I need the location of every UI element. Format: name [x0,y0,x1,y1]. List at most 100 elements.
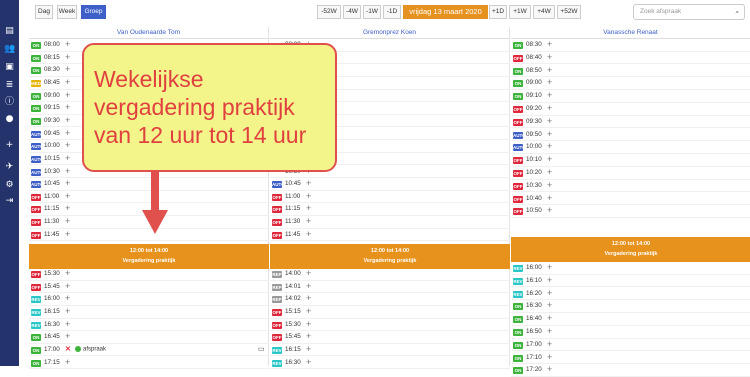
back-4w-button[interactable]: -4W [343,5,361,19]
add-slot-icon[interactable]: + [547,52,552,62]
back-1w-button[interactable]: -1W [363,5,381,19]
meeting-block[interactable]: 12:00 tot 14:00 Vergadering praktijk [511,237,750,262]
add-slot-icon[interactable]: + [547,288,552,298]
add-slot-icon[interactable]: + [65,153,70,163]
add-slot-icon[interactable]: + [65,102,70,112]
add-slot-icon[interactable]: + [65,191,70,201]
add-slot-icon[interactable]: + [65,319,70,329]
time-slot[interactable]: OFF 15:15 + [270,306,510,319]
time-slot[interactable]: REV 16:15 + [29,306,269,319]
add-slot-icon[interactable]: + [65,52,70,62]
time-slot[interactable]: OFF 11:00 + [270,191,510,204]
add-slot-icon[interactable]: + [306,319,311,329]
add-slot-icon[interactable]: + [547,262,552,272]
time-slot[interactable]: REP 14:00 + [270,268,510,281]
add-slot-icon[interactable]: + [306,293,311,303]
add-slot-icon[interactable]: + [547,180,552,190]
time-slot[interactable]: REV 16:30 + [29,319,269,332]
add-slot-icon[interactable]: + [65,140,70,150]
add-slot-icon[interactable]: + [65,268,70,278]
time-slot[interactable]: ON 16:30 + [511,300,750,313]
add-slot-icon[interactable]: + [306,281,311,291]
time-slot[interactable]: REP 14:01 + [270,281,510,294]
add-slot-icon[interactable]: + [65,293,70,303]
time-slot[interactable]: OFF 09:30 + [511,116,750,129]
add-slot-icon[interactable]: + [306,216,311,226]
time-slot[interactable]: OFF 10:30 + [511,180,750,193]
add-slot-icon[interactable]: + [547,90,552,100]
time-slot[interactable]: OFF 11:45 + [270,229,510,242]
time-slot[interactable]: AUTO 10:45 + [270,178,510,191]
add-slot-icon[interactable]: + [547,205,552,215]
add-slot-icon[interactable]: + [547,39,552,49]
time-slot[interactable]: ON 17:15 + [29,357,269,370]
time-slot[interactable]: OFF 09:20 + [511,103,750,116]
time-slot[interactable]: OFF 08:40 + [511,52,750,65]
add-slot-icon[interactable]: + [547,116,552,126]
time-slot[interactable]: ON 09:10 + [511,90,750,103]
add-slot-icon[interactable]: + [306,344,311,354]
time-slot[interactable]: REV 16:20 + [511,288,750,301]
time-slot[interactable]: ON 17:00 ✕ afspraak ▭ [29,344,269,357]
add-slot-icon[interactable]: + [306,178,311,188]
add-slot-icon[interactable]: + [65,203,70,213]
fwd-52w-button[interactable]: +52W [557,5,581,19]
users-icon[interactable]: 👥 [4,44,15,55]
logout-icon[interactable]: ⇥ [4,196,15,207]
gear-icon[interactable]: ⚙ [4,180,15,191]
back-52w-button[interactable]: -52W [317,5,341,19]
document-icon[interactable]: ▤ [4,26,15,37]
add-slot-icon[interactable]: + [547,300,552,310]
add-slot-icon[interactable]: + [65,331,70,341]
time-slot[interactable]: OFF 15:45 + [270,331,510,344]
add-slot-icon[interactable]: + [65,357,70,367]
user-icon[interactable]: ● [4,114,15,125]
time-slot[interactable]: OFF 11:15 + [270,203,510,217]
time-slot[interactable]: ON 16:45 + [29,331,269,344]
add-slot-icon[interactable]: + [547,313,552,323]
time-slot[interactable]: ON 08:30 + [511,39,750,52]
time-slot[interactable]: REV 16:30 + [270,357,510,370]
time-slot[interactable]: ON 17:10 + [511,352,750,365]
fwd-4w-button[interactable]: +4W [533,5,555,19]
meeting-block[interactable]: 12:00 tot 14:00 Vergadering praktijk [270,244,510,269]
view-week-button[interactable]: Week [57,5,77,19]
time-slot[interactable]: ON 08:50 + [511,65,750,78]
search-input[interactable]: Zoek afspraak ⌕ [633,4,745,20]
add-slot-icon[interactable]: + [65,216,70,226]
meeting-block[interactable]: 12:00 tot 14:00 Vergadering praktijk [29,244,269,269]
view-group-button[interactable]: Groep [81,5,106,19]
add-slot-icon[interactable]: + [65,90,70,100]
add-slot-icon[interactable]: + [547,103,552,113]
time-slot[interactable]: OFF 10:10 + [511,154,750,167]
time-slot[interactable]: AUTO 10:00 + [511,141,750,154]
calendar-icon[interactable]: ▭ [258,345,265,353]
time-slot[interactable]: ON 16:50 + [511,326,750,339]
add-slot-icon[interactable]: + [547,129,552,139]
time-slot[interactable]: REV 16:00 + [29,293,269,306]
add-slot-icon[interactable]: + [65,166,70,176]
add-slot-icon[interactable]: + [306,331,311,341]
info-icon[interactable]: ⓘ [4,97,15,108]
list-icon[interactable]: ≣ [4,80,15,91]
add-slot-icon[interactable]: + [65,178,70,188]
time-slot[interactable]: OFF 10:20 + [511,167,750,180]
add-slot-icon[interactable]: + [306,268,311,278]
time-slot[interactable]: ON 17:00 + [511,339,750,352]
add-icon[interactable]: + [4,140,15,151]
add-slot-icon[interactable]: + [65,229,70,239]
time-slot[interactable]: OFF 15:30 + [270,319,510,332]
add-slot-icon[interactable]: + [306,203,311,213]
time-slot[interactable]: REV 16:00 + [511,262,750,275]
time-slot[interactable]: REV 16:15 + [270,344,510,357]
add-slot-icon[interactable]: + [65,128,70,138]
add-slot-icon[interactable]: + [547,77,552,87]
add-slot-icon[interactable]: + [547,65,552,75]
add-slot-icon[interactable]: + [547,141,552,151]
add-slot-icon[interactable]: + [547,167,552,177]
add-slot-icon[interactable]: + [306,357,311,367]
add-slot-icon[interactable]: + [65,64,70,74]
time-slot[interactable]: REP 14:02 + [270,293,510,306]
appointment[interactable]: afspraak [75,345,106,352]
add-slot-icon[interactable]: + [65,77,70,87]
